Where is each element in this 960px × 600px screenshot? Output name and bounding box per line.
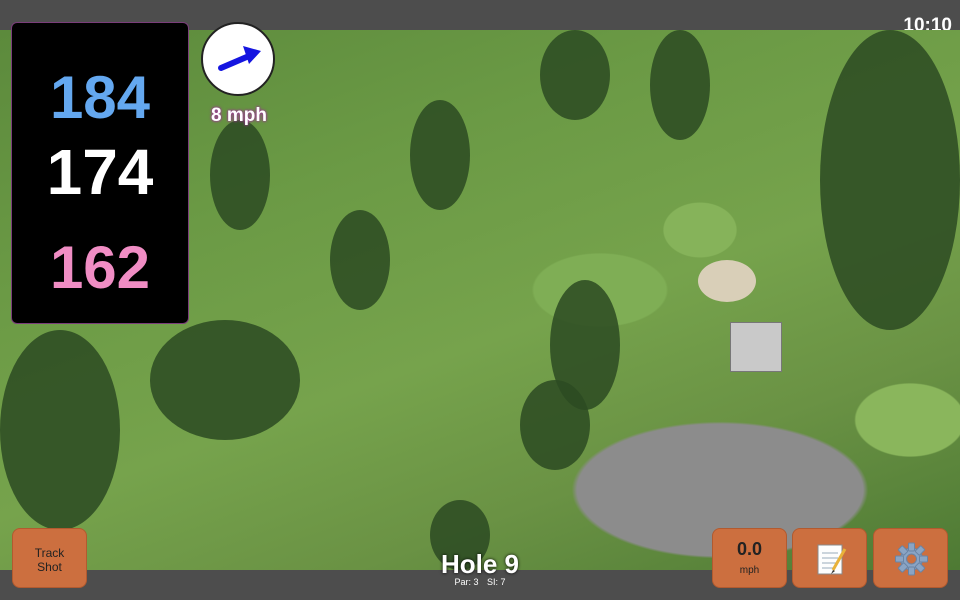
gear-icon [895,542,928,576]
wind-button-unit: mph [739,565,760,576]
tree [330,210,390,310]
tree [520,380,590,470]
track-shot-button[interactable]: Track Shot [12,528,87,588]
tree [820,30,960,330]
distance-panel: 184 174 162 [11,22,189,324]
clubhouse [730,322,782,372]
wind-direction-indicator [201,22,275,96]
hole-info: Par: 3 SI: 7 [380,577,580,587]
back-distance: 184 [49,64,151,131]
wind-speed-button[interactable]: 0.0 mph [712,528,787,588]
tree [410,100,470,210]
wind-speed-label: 8 mph [211,105,267,126]
tree [650,30,710,140]
track-shot-label-line1: Track [34,546,65,560]
hole-title: Hole 9 [440,549,520,579]
track-shot-label-line2: Shot [37,560,62,574]
tree [210,120,270,230]
wind-direction-arrow-icon [218,46,261,71]
par-label: Par: 3 [454,577,479,587]
sand-bunker [698,260,756,302]
front-distance: 162 [49,234,151,301]
tree [150,320,300,440]
settings-button[interactable] [873,528,948,588]
tree [540,30,610,120]
tree [0,330,120,530]
center-distance: 174 [46,136,154,208]
notepad-icon [817,544,847,575]
wind-button-value: 0.0 [736,539,763,559]
notes-button[interactable] [792,528,867,588]
stroke-index-label: SI: 7 [487,577,506,587]
